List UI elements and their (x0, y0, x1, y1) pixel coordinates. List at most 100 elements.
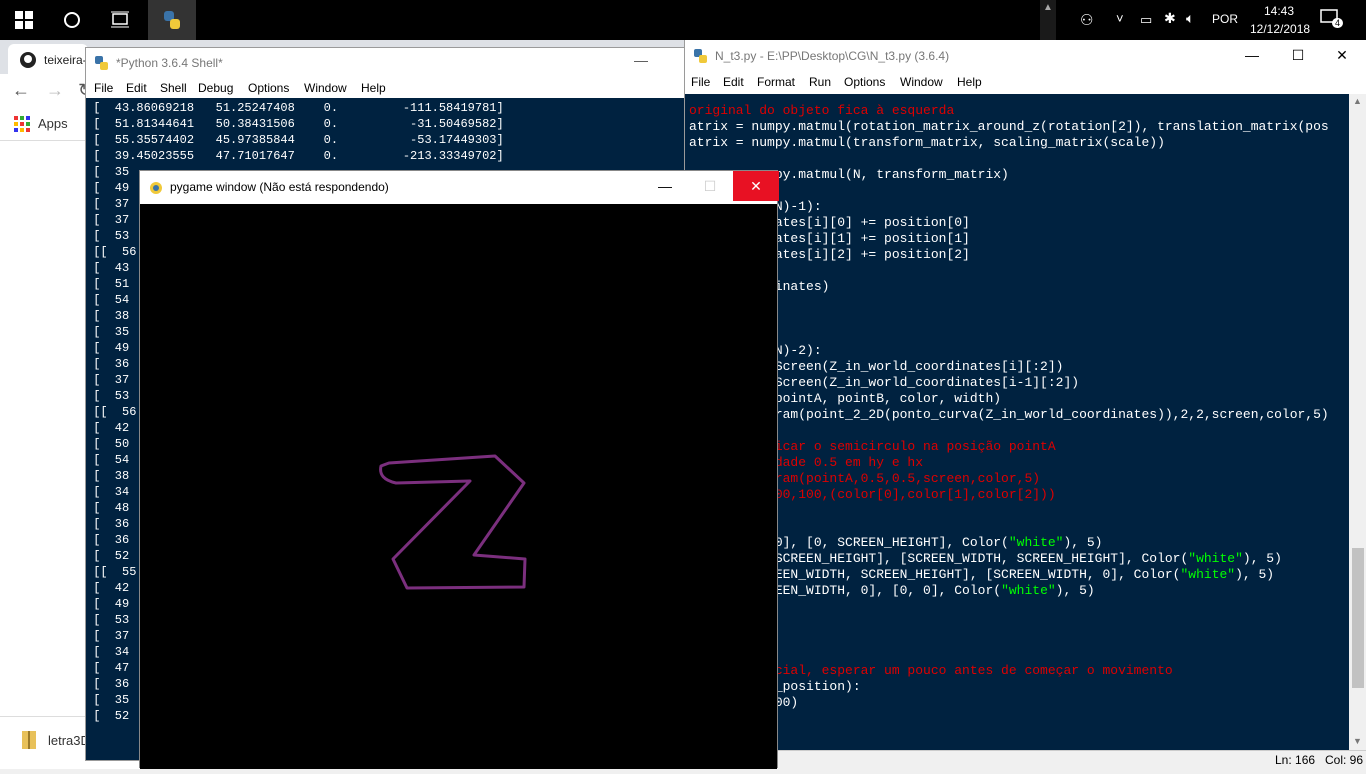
menu-file[interactable]: File (691, 75, 710, 89)
bookmark-apps[interactable]: Apps (38, 116, 68, 131)
taskbar-python-app[interactable] (148, 0, 196, 40)
editor-menubar: File Edit Format Run Options Window Help (685, 72, 1366, 94)
shell-output-line: [ 52 (86, 549, 130, 563)
shell-output-line: [ 36 (86, 357, 130, 371)
shell-output-line: [ 53 (86, 229, 130, 243)
shell-output-line: [ 51 (86, 277, 130, 291)
close-button[interactable]: ✕ (733, 171, 779, 201)
minimize-button[interactable]: — (634, 52, 648, 68)
people-icon[interactable]: ⚇ (1080, 11, 1093, 29)
shell-output-line: [ 35 (86, 165, 130, 179)
shell-output-line: [ 38 (86, 469, 130, 483)
code-line: atrix = numpy.matmul(rotation_matrix_aro… (689, 119, 1329, 134)
menu-shell[interactable]: Shell (160, 81, 187, 95)
menu-window[interactable]: Window (304, 81, 347, 95)
volume-muted-icon[interactable]: 🔈︎ (1186, 10, 1194, 27)
shell-menubar: File Edit Shell Debug Options Window Hel… (86, 78, 684, 98)
editor-scrollbar[interactable]: ▲ ▼ (1349, 94, 1366, 750)
menu-help[interactable]: Help (361, 81, 386, 95)
shell-output-line: [ 55.35574402 45.97385844 0. -53.1744930… (86, 133, 504, 147)
z-letter-drawing (379, 454, 527, 590)
maximize-button[interactable]: ☐ (687, 171, 733, 201)
pygame-window: pygame window (Não está respondendo) — ☐… (139, 170, 779, 769)
github-icon (20, 52, 36, 68)
editor-titlebar[interactable]: N_t3.py - E:\PP\Desktop\CG\N_t3.py (3.6.… (685, 40, 1366, 70)
network-icon[interactable]: ✱ (1164, 10, 1176, 27)
python-icon (95, 56, 108, 70)
shell-titlebar[interactable]: *Python 3.6.4 Shell* — (86, 48, 684, 78)
menu-format[interactable]: Format (757, 75, 795, 89)
clock-date[interactable]: 12/12/2018 (1250, 22, 1310, 36)
shell-output-line: [ 35 (86, 325, 130, 339)
zip-file-icon (22, 731, 36, 749)
shell-output-line: [ 52 (86, 709, 130, 723)
shell-output-line: [[ 56 (86, 245, 137, 259)
shell-output-line: [ 37 (86, 197, 130, 211)
shell-output-line: [ 49 (86, 341, 130, 355)
taskbar-scroll[interactable]: ▲ (1040, 0, 1056, 40)
chrome-tab-label: teixeira- (44, 53, 87, 67)
shell-output-line: [ 39.45023555 47.71017647 0. -213.333497… (86, 149, 504, 163)
shell-output-line: [ 38 (86, 309, 130, 323)
menu-debug[interactable]: Debug (198, 81, 233, 95)
task-view-button[interactable] (96, 0, 144, 40)
shell-output-line: [ 47 (86, 661, 130, 675)
shell-output-line: [ 37 (86, 373, 130, 387)
minimize-button[interactable]: — (1229, 40, 1275, 70)
editor-title: N_t3.py - E:\PP\Desktop\CG\N_t3.py (3.6.… (715, 49, 950, 63)
menu-edit[interactable]: Edit (126, 81, 147, 95)
code-area[interactable]: original do objeto fica à esquerda atrix … (685, 94, 1349, 750)
cortana-button[interactable] (48, 0, 96, 40)
minimize-button[interactable]: — (642, 171, 688, 201)
action-center-button[interactable]: 4 (1320, 8, 1346, 32)
shell-output-line: [ 49 (86, 597, 130, 611)
pygame-titlebar[interactable]: pygame window (Não está respondendo) — ☐… (140, 171, 779, 204)
forward-arrow-icon[interactable]: → (46, 80, 64, 101)
shell-output-line: [ 53 (86, 389, 130, 403)
battery-icon[interactable]: ▭ (1140, 12, 1152, 28)
shell-output-line: [ 43.86069218 51.25247408 0. -111.584197… (86, 101, 504, 115)
shell-output-line: [ 50 (86, 437, 130, 451)
notification-count: 4 (1332, 18, 1344, 28)
chrome-tab[interactable]: teixeira- (8, 44, 88, 74)
menu-edit[interactable]: Edit (723, 75, 744, 89)
shell-output-line: [ 35 (86, 693, 130, 707)
menu-help[interactable]: Help (957, 75, 982, 89)
python-icon (164, 11, 180, 29)
menu-file[interactable]: File (94, 81, 113, 95)
scroll-down-icon[interactable]: ▼ (1353, 736, 1362, 746)
shell-output-line: [ 34 (86, 485, 130, 499)
shell-output-line: [ 34 (86, 645, 130, 659)
shell-output-line: [ 36 (86, 533, 130, 547)
chevron-up-tray-icon[interactable]: ˅ (1116, 11, 1124, 26)
shell-output-line: [ 36 (86, 677, 130, 691)
taskbar: ▲ ⚇ ˅ ▭ ✱ 🔈︎ POR 14:43 12/12/2018 4 (0, 0, 1366, 40)
download-item-name[interactable]: letra3D (48, 733, 90, 748)
maximize-button[interactable]: ☐ (1275, 40, 1321, 70)
menu-options[interactable]: Options (844, 75, 885, 89)
pygame-canvas[interactable] (140, 204, 777, 769)
start-button[interactable] (0, 0, 48, 40)
status-line: Ln: 166 (1275, 753, 1316, 767)
shell-output-line: [ 42 (86, 581, 130, 595)
menu-options[interactable]: Options (248, 81, 289, 95)
language-indicator[interactable]: POR (1212, 12, 1238, 26)
editor-window: N_t3.py - E:\PP\Desktop\CG\N_t3.py (3.6.… (684, 40, 1366, 769)
shell-output-line: [ 54 (86, 453, 130, 467)
chevron-up-icon: ▲ (1043, 2, 1053, 13)
python-file-icon (694, 49, 707, 63)
pygame-snake-icon (150, 182, 162, 194)
close-button[interactable]: ✕ (1319, 40, 1365, 70)
z-letter-shape (379, 454, 527, 590)
code-line: atrix = numpy.matmul(transform_matrix, s… (689, 135, 1165, 150)
menu-run[interactable]: Run (809, 75, 831, 89)
shell-output-line: [ 54 (86, 293, 130, 307)
clock-time[interactable]: 14:43 (1264, 4, 1294, 18)
menu-window[interactable]: Window (900, 75, 943, 89)
status-col: Col: 96 (1325, 753, 1364, 767)
scroll-up-icon[interactable]: ▲ (1353, 96, 1362, 106)
shell-output-line: [ 42 (86, 421, 130, 435)
apps-grid-icon[interactable] (14, 116, 30, 132)
back-arrow-icon[interactable]: ← (12, 80, 30, 101)
scroll-thumb[interactable] (1352, 548, 1364, 688)
